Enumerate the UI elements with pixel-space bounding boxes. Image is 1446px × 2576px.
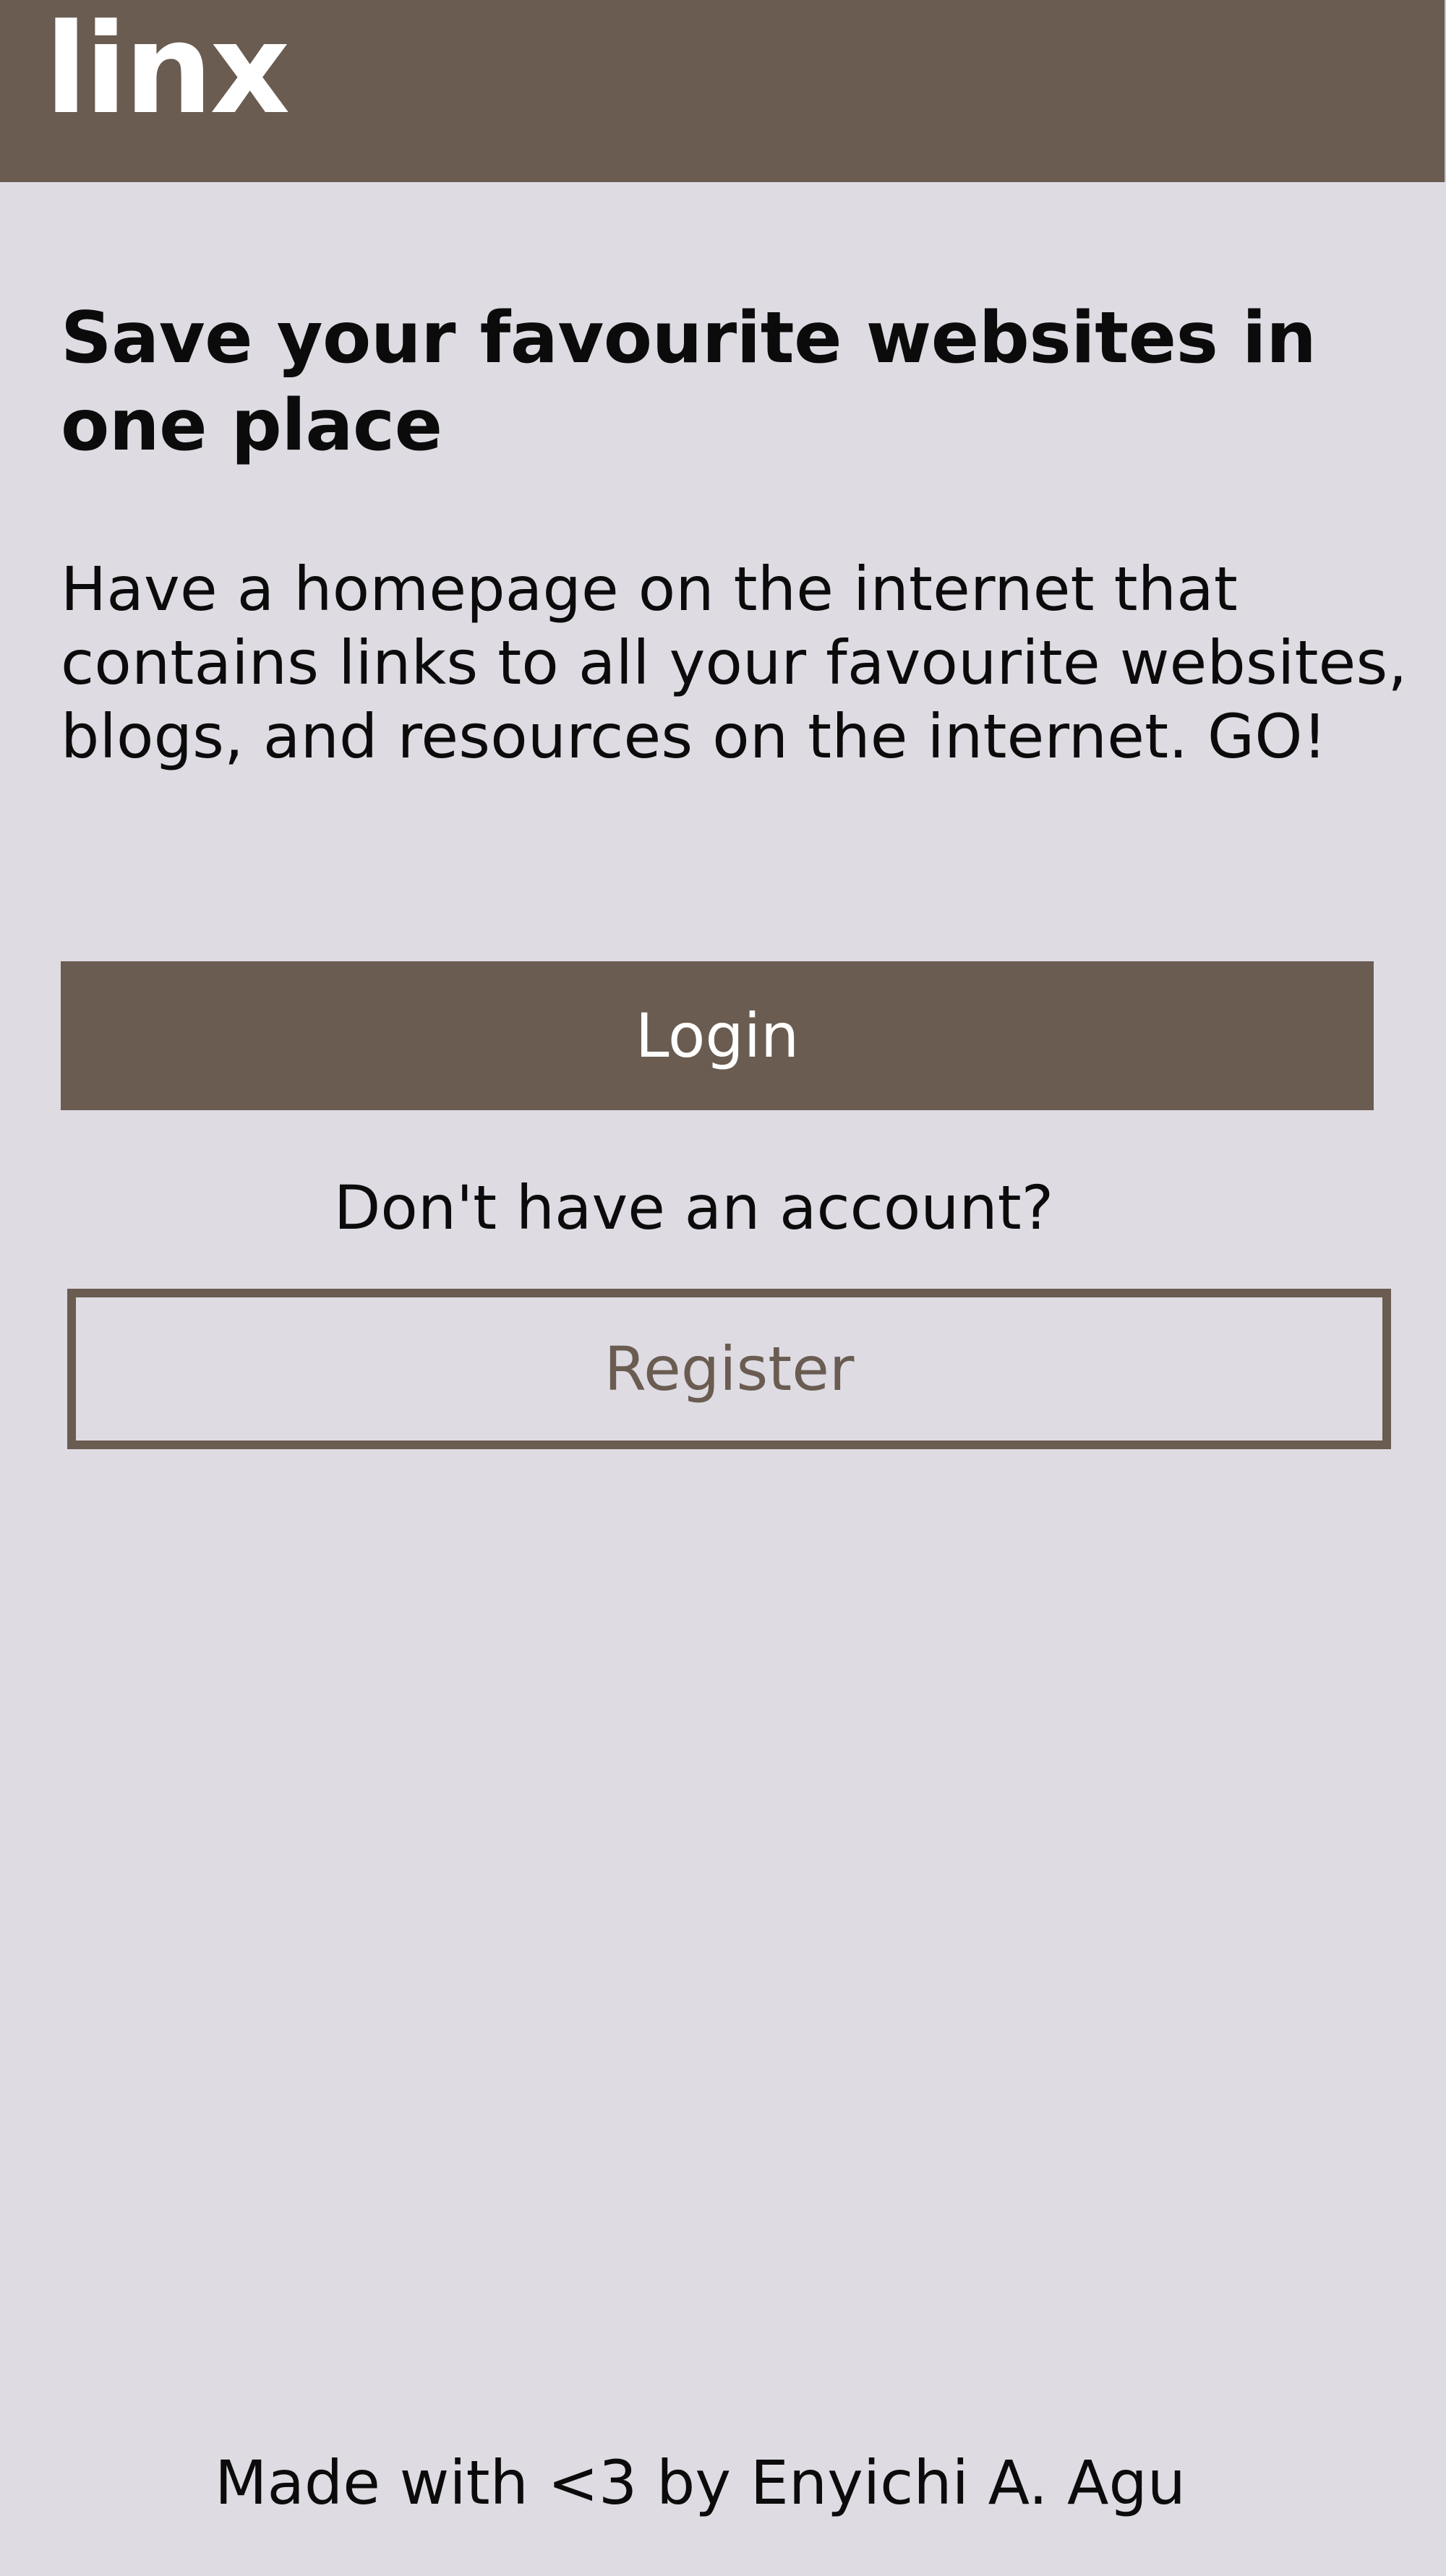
login-button[interactable]: Login	[61, 961, 1374, 1110]
account-prompt-text: Don't have an account?	[333, 1172, 1054, 1243]
footer-credit: Made with <3 by Enyichi A. Agu	[214, 2447, 1186, 2518]
landing-headline: Save your favourite websites in one plac…	[61, 297, 1317, 467]
landing-description: Have a homepage on the internet that con…	[61, 554, 1408, 772]
register-button[interactable]: Register	[67, 1289, 1391, 1449]
top-bar: linx	[0, 0, 1446, 182]
linx-logo[interactable]: linx	[45, 7, 290, 132]
